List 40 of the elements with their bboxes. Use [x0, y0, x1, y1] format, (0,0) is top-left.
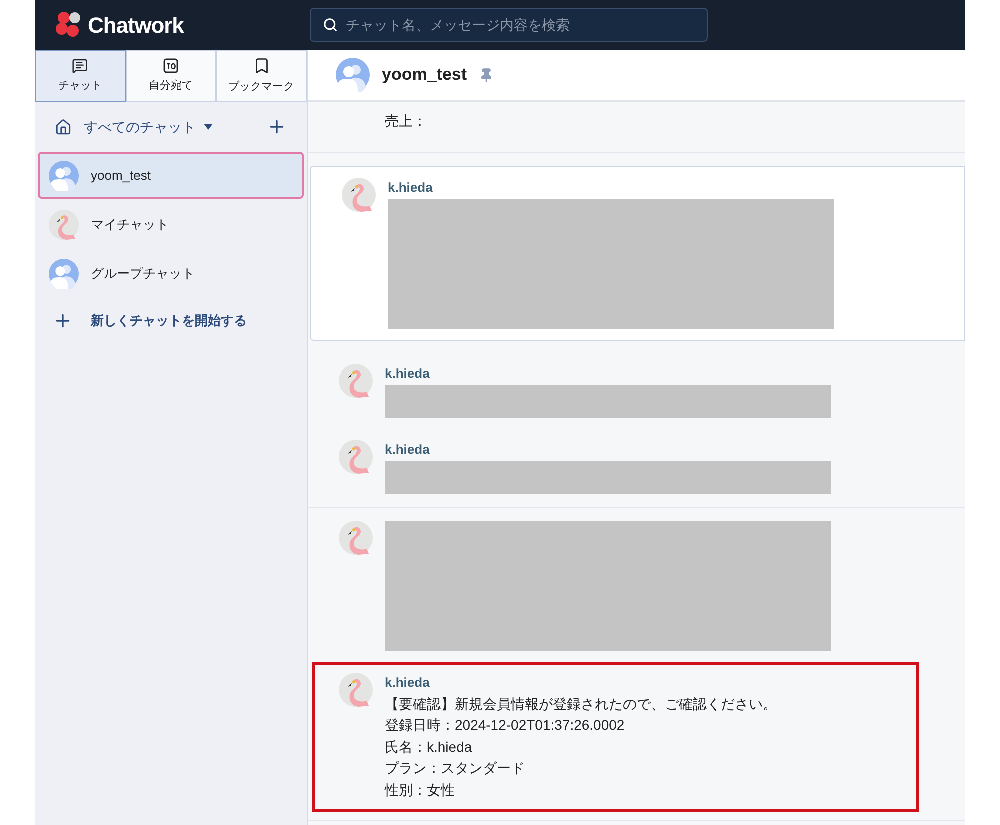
flamingo-avatar-icon	[342, 178, 376, 212]
sender-name[interactable]: k.hieda	[385, 362, 831, 384]
message-text: プラン：スタンダード	[385, 759, 526, 778]
flamingo-avatar-icon	[339, 520, 373, 554]
room-item[interactable]: yoom_test	[38, 152, 304, 199]
message-text: 【要確認】新規会員情報が登録されたので、ご確認ください。	[385, 694, 777, 714]
flamingo-avatar-icon	[339, 440, 373, 474]
sender-name[interactable]: k.hieda	[385, 438, 831, 460]
sidebar-tab[interactable]: チャット	[35, 50, 126, 102]
room-item[interactable]: グループチャット	[38, 250, 304, 297]
room-name: yoom_test	[91, 166, 151, 185]
sidebar-tab[interactable]: ブックマーク	[216, 50, 308, 102]
chat-title: yoom_test	[382, 64, 468, 86]
message-text: 性別：女性	[385, 780, 456, 800]
search-field[interactable]: チャット名、メッセージ内容を検索	[310, 8, 708, 42]
message-text: 登録日時：2024-12-02T01:37:26.0002	[385, 716, 626, 735]
group-avatar-icon	[49, 258, 79, 288]
flamingo-avatar-icon	[339, 364, 373, 398]
room-name: マイチャット	[91, 216, 169, 234]
message-text: 売上：	[385, 112, 427, 131]
caret-icon	[204, 124, 213, 130]
sidebar-tab[interactable]: 自分宛て	[126, 50, 216, 102]
group-avatar-icon	[49, 160, 79, 190]
search-input[interactable]: チャット名、メッセージ内容を検索	[346, 14, 695, 36]
search-icon	[323, 17, 338, 33]
new-chat-link[interactable]: 新しくチャットを開始する	[35, 297, 307, 345]
chat-filter-dropdown[interactable]: すべてのチャット	[84, 116, 213, 138]
room-name: グループチャット	[91, 264, 195, 283]
home-icon[interactable]	[55, 118, 72, 136]
message-text: 氏名：k.hieda	[385, 738, 474, 756]
logo-text: Chatwork	[88, 12, 184, 40]
pin-icon[interactable]	[479, 68, 494, 82]
room-item[interactable]: マイチャット	[38, 201, 304, 248]
chat-bubble-icon	[72, 58, 88, 74]
group-avatar-icon	[336, 58, 370, 92]
sender-name[interactable]: k.hieda	[388, 176, 834, 198]
flamingo-avatar-icon	[339, 672, 373, 706]
to-icon	[163, 58, 179, 74]
sender-name[interactable]: k.hieda	[385, 672, 777, 694]
flamingo-avatar-icon	[49, 210, 79, 240]
